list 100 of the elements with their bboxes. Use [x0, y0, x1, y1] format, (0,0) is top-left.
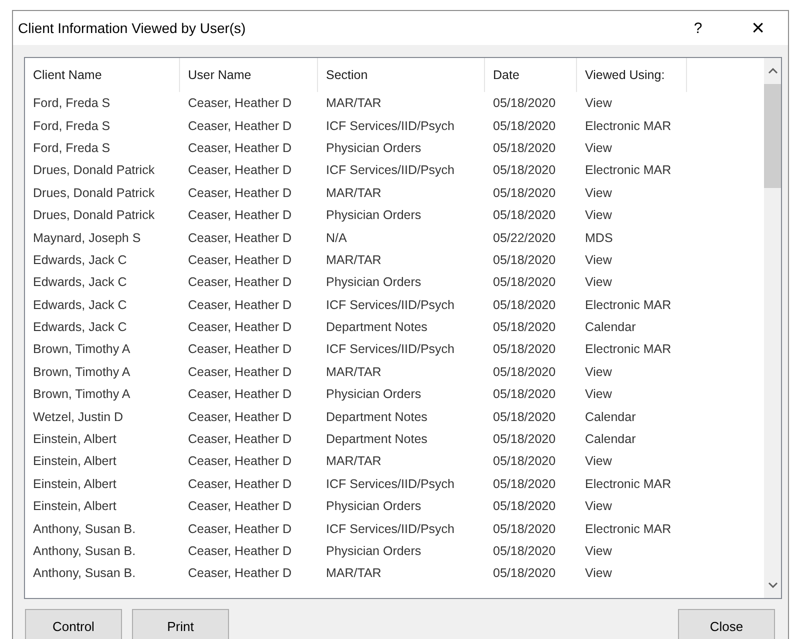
table-cell-text: 05/22/2020 [492, 230, 557, 245]
table-cell-text: MAR/TAR [325, 96, 382, 110]
table-cell-text: 05/18/2020 [492, 522, 557, 536]
table-cell-text: Ceaser, Heather D [187, 410, 293, 424]
table-cell-text: Drues, Donald Patrick [32, 163, 156, 178]
table-cell-text: 05/18/2020 [492, 163, 557, 178]
table-cell-text: 05/18/2020 [492, 364, 557, 379]
table-cell-text: 05/18/2020 [492, 566, 557, 580]
table-cell-text: Ceaser, Heather D [187, 544, 293, 558]
footer-button[interactable]: Print [132, 609, 229, 639]
table-cell-text: N/A [325, 230, 348, 245]
column-header[interactable]: Section [318, 58, 485, 92]
table-cell-text: Calendar [584, 432, 637, 446]
close-dialog-button[interactable]: Close [678, 609, 775, 639]
column-header[interactable]: Viewed Using: [577, 58, 687, 92]
table-cell-text: Ceaser, Heather D [187, 140, 293, 155]
table-cell-text: View [584, 566, 613, 580]
table-cell-text: 05/18/2020 [492, 454, 557, 468]
table-cell-text: 05/18/2020 [492, 387, 557, 402]
table-cell-text: View [584, 544, 613, 558]
table-cell-text: Ceaser, Heather D [187, 252, 293, 267]
table-cell-text: MDS [584, 230, 614, 245]
table-cell-text: Ford, Freda S [32, 96, 112, 110]
table-cell-text: Ceaser, Heather D [187, 186, 293, 200]
table-cell-text: Brown, Timothy A [32, 387, 132, 402]
column-header[interactable]: Client Name [25, 58, 180, 92]
table-cell-text: Physician Orders [325, 140, 422, 155]
table-cell-text: 05/18/2020 [492, 544, 557, 558]
table-cell-text: Ceaser, Heather D [187, 522, 293, 536]
table-cell-text: Maynard, Joseph S [32, 230, 142, 245]
table-cell-text: Ceaser, Heather D [187, 454, 293, 468]
table-cell-text: Ceaser, Heather D [187, 163, 293, 178]
table-cell-text: View [584, 387, 613, 402]
table-cell-text: Electronic MAR [584, 163, 672, 178]
table-cell-text: Electronic MAR [584, 522, 672, 536]
table-cell-text: Electronic MAR [584, 118, 672, 133]
table-cell-text: View [584, 208, 613, 222]
table-cell-text: Ceaser, Heather D [187, 387, 293, 402]
table-cell-text: View [584, 186, 613, 200]
table-cell-text: Einstein, Albert [32, 499, 118, 514]
table-cell-text: ICF Services/IID/Psych [325, 342, 456, 356]
table-cell-text: Ceaser, Heather D [187, 499, 293, 514]
table-cell-text: Ceaser, Heather D [187, 364, 293, 379]
table-cell-text: Ceaser, Heather D [187, 298, 293, 312]
table-cell-text: ICF Services/IID/Psych [325, 522, 456, 536]
table-cell-text: MAR/TAR [325, 186, 382, 200]
table-cell-text: Drues, Donald Patrick [32, 186, 156, 200]
table-cell-text: Ceaser, Heather D [187, 566, 293, 580]
table-cell-text: Physician Orders [325, 208, 422, 222]
table-cell-text: 05/18/2020 [492, 298, 557, 312]
table-cell-text: Physician Orders [325, 499, 422, 514]
table-cell-text: Electronic MAR [584, 298, 672, 312]
table-cell-text: View [584, 275, 613, 290]
table-cell-text: View [584, 364, 613, 379]
table-cell-text: Ceaser, Heather D [187, 208, 293, 222]
table-cell-text: Ford, Freda S [32, 118, 112, 133]
table-cell-text: Ceaser, Heather D [187, 432, 293, 446]
table-cell-text: Einstein, Albert [32, 432, 118, 446]
table-cell-text: Brown, Timothy A [32, 364, 132, 379]
table-cell-text: ICF Services/IID/Psych [325, 298, 456, 312]
scroll-up-icon[interactable] [768, 68, 778, 74]
table-cell-text: View [584, 252, 613, 267]
table-cell-text: 05/18/2020 [492, 499, 557, 514]
table-cell-text: Ceaser, Heather D [187, 118, 293, 133]
table-cell-text: Ceaser, Heather D [187, 320, 293, 334]
table-cell-text: Ceaser, Heather D [187, 96, 293, 110]
close-button[interactable]: × [728, 11, 788, 45]
table-cell-text: Brown, Timothy A [32, 342, 132, 356]
table-cell-text: ICF Services/IID/Psych [325, 118, 456, 133]
table-cell-text: 05/18/2020 [492, 342, 557, 356]
table-cell-text: Calendar [584, 320, 637, 334]
table-cell-text: MAR/TAR [325, 252, 382, 267]
table-cell-text: 05/18/2020 [492, 252, 557, 267]
footer-button[interactable]: Control [25, 609, 122, 639]
scroll-down-icon[interactable] [768, 582, 778, 588]
table-cell-text: MAR/TAR [325, 454, 382, 468]
column-header[interactable]: Date [485, 58, 577, 92]
help-button[interactable]: ? [668, 11, 728, 45]
table-cell-text: Anthony, Susan B. [32, 544, 137, 558]
table-cell-text: MAR/TAR [325, 364, 382, 379]
table-cell-text: Ford, Freda S [32, 140, 112, 155]
table-cell-text: Drues, Donald Patrick [32, 208, 156, 222]
table-cell-text: View [584, 499, 613, 514]
table-cell-text: 05/18/2020 [492, 208, 557, 222]
table-cell-text: Einstein, Albert [32, 476, 118, 491]
table-cell-text: Edwards, Jack C [32, 320, 128, 334]
table-cell-text: Ceaser, Heather D [187, 230, 293, 245]
table-cell-text: MAR/TAR [325, 566, 382, 580]
scrollbar-thumb[interactable] [764, 84, 781, 188]
table-cell-text: 05/18/2020 [492, 275, 557, 290]
table-cell-text: View [584, 454, 613, 468]
table-cell-text: Anthony, Susan B. [32, 522, 137, 536]
table-cell-text: Anthony, Susan B. [32, 566, 137, 580]
table-cell-text: 05/18/2020 [492, 96, 557, 110]
table-cell-text: Wetzel, Justin D [32, 410, 124, 424]
table-cell-text: Ceaser, Heather D [187, 275, 293, 290]
scrollbar[interactable] [764, 58, 781, 598]
table-cell-text: 05/18/2020 [492, 432, 557, 446]
table-cell-text: Edwards, Jack C [32, 275, 128, 290]
column-header[interactable]: User Name [180, 58, 318, 92]
